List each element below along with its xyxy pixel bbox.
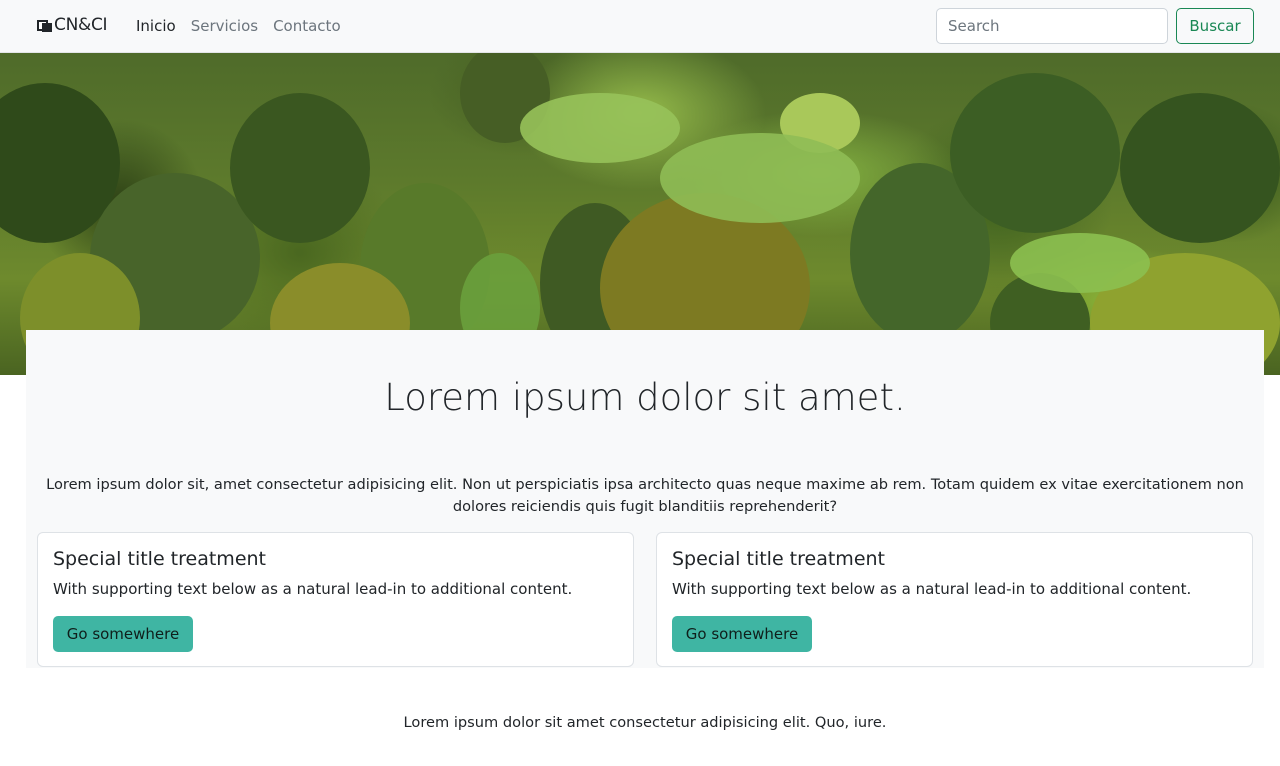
card: Special title treatment With supporting … xyxy=(37,532,634,667)
footer-text: Lorem ipsum dolor sit amet consectetur a… xyxy=(403,714,887,731)
hero-image xyxy=(0,53,1280,375)
nav-links: Inicio Servicios Contacto xyxy=(136,17,341,35)
windows-icon xyxy=(37,18,53,32)
search-input[interactable] xyxy=(936,8,1168,44)
brand-name: CN&CI xyxy=(54,15,108,35)
brand-link[interactable]: CN&CI xyxy=(37,15,108,35)
search-button[interactable]: Buscar xyxy=(1176,8,1254,44)
nav-link-contacto[interactable]: Contacto xyxy=(273,17,341,35)
lead-paragraph: Lorem ipsum dolor sit, amet consectetur … xyxy=(46,476,1244,515)
card-title: Special title treatment xyxy=(53,548,266,570)
go-somewhere-button[interactable]: Go somewhere xyxy=(672,616,812,652)
card-text: With supporting text below as a natural … xyxy=(672,580,1192,598)
page-title: Lorem ipsum dolor sit amet. xyxy=(384,376,906,419)
content-panel: Lorem ipsum dolor sit amet. Lorem ipsum … xyxy=(26,330,1264,668)
nav-link-inicio[interactable]: Inicio xyxy=(136,17,176,35)
card-text: With supporting text below as a natural … xyxy=(53,580,573,598)
nav-link-servicios[interactable]: Servicios xyxy=(191,17,258,35)
navbar: CN&CI Inicio Servicios Contacto Buscar xyxy=(0,0,1280,53)
card: Special title treatment With supporting … xyxy=(656,532,1253,667)
go-somewhere-button[interactable]: Go somewhere xyxy=(53,616,193,652)
card-title: Special title treatment xyxy=(672,548,885,570)
